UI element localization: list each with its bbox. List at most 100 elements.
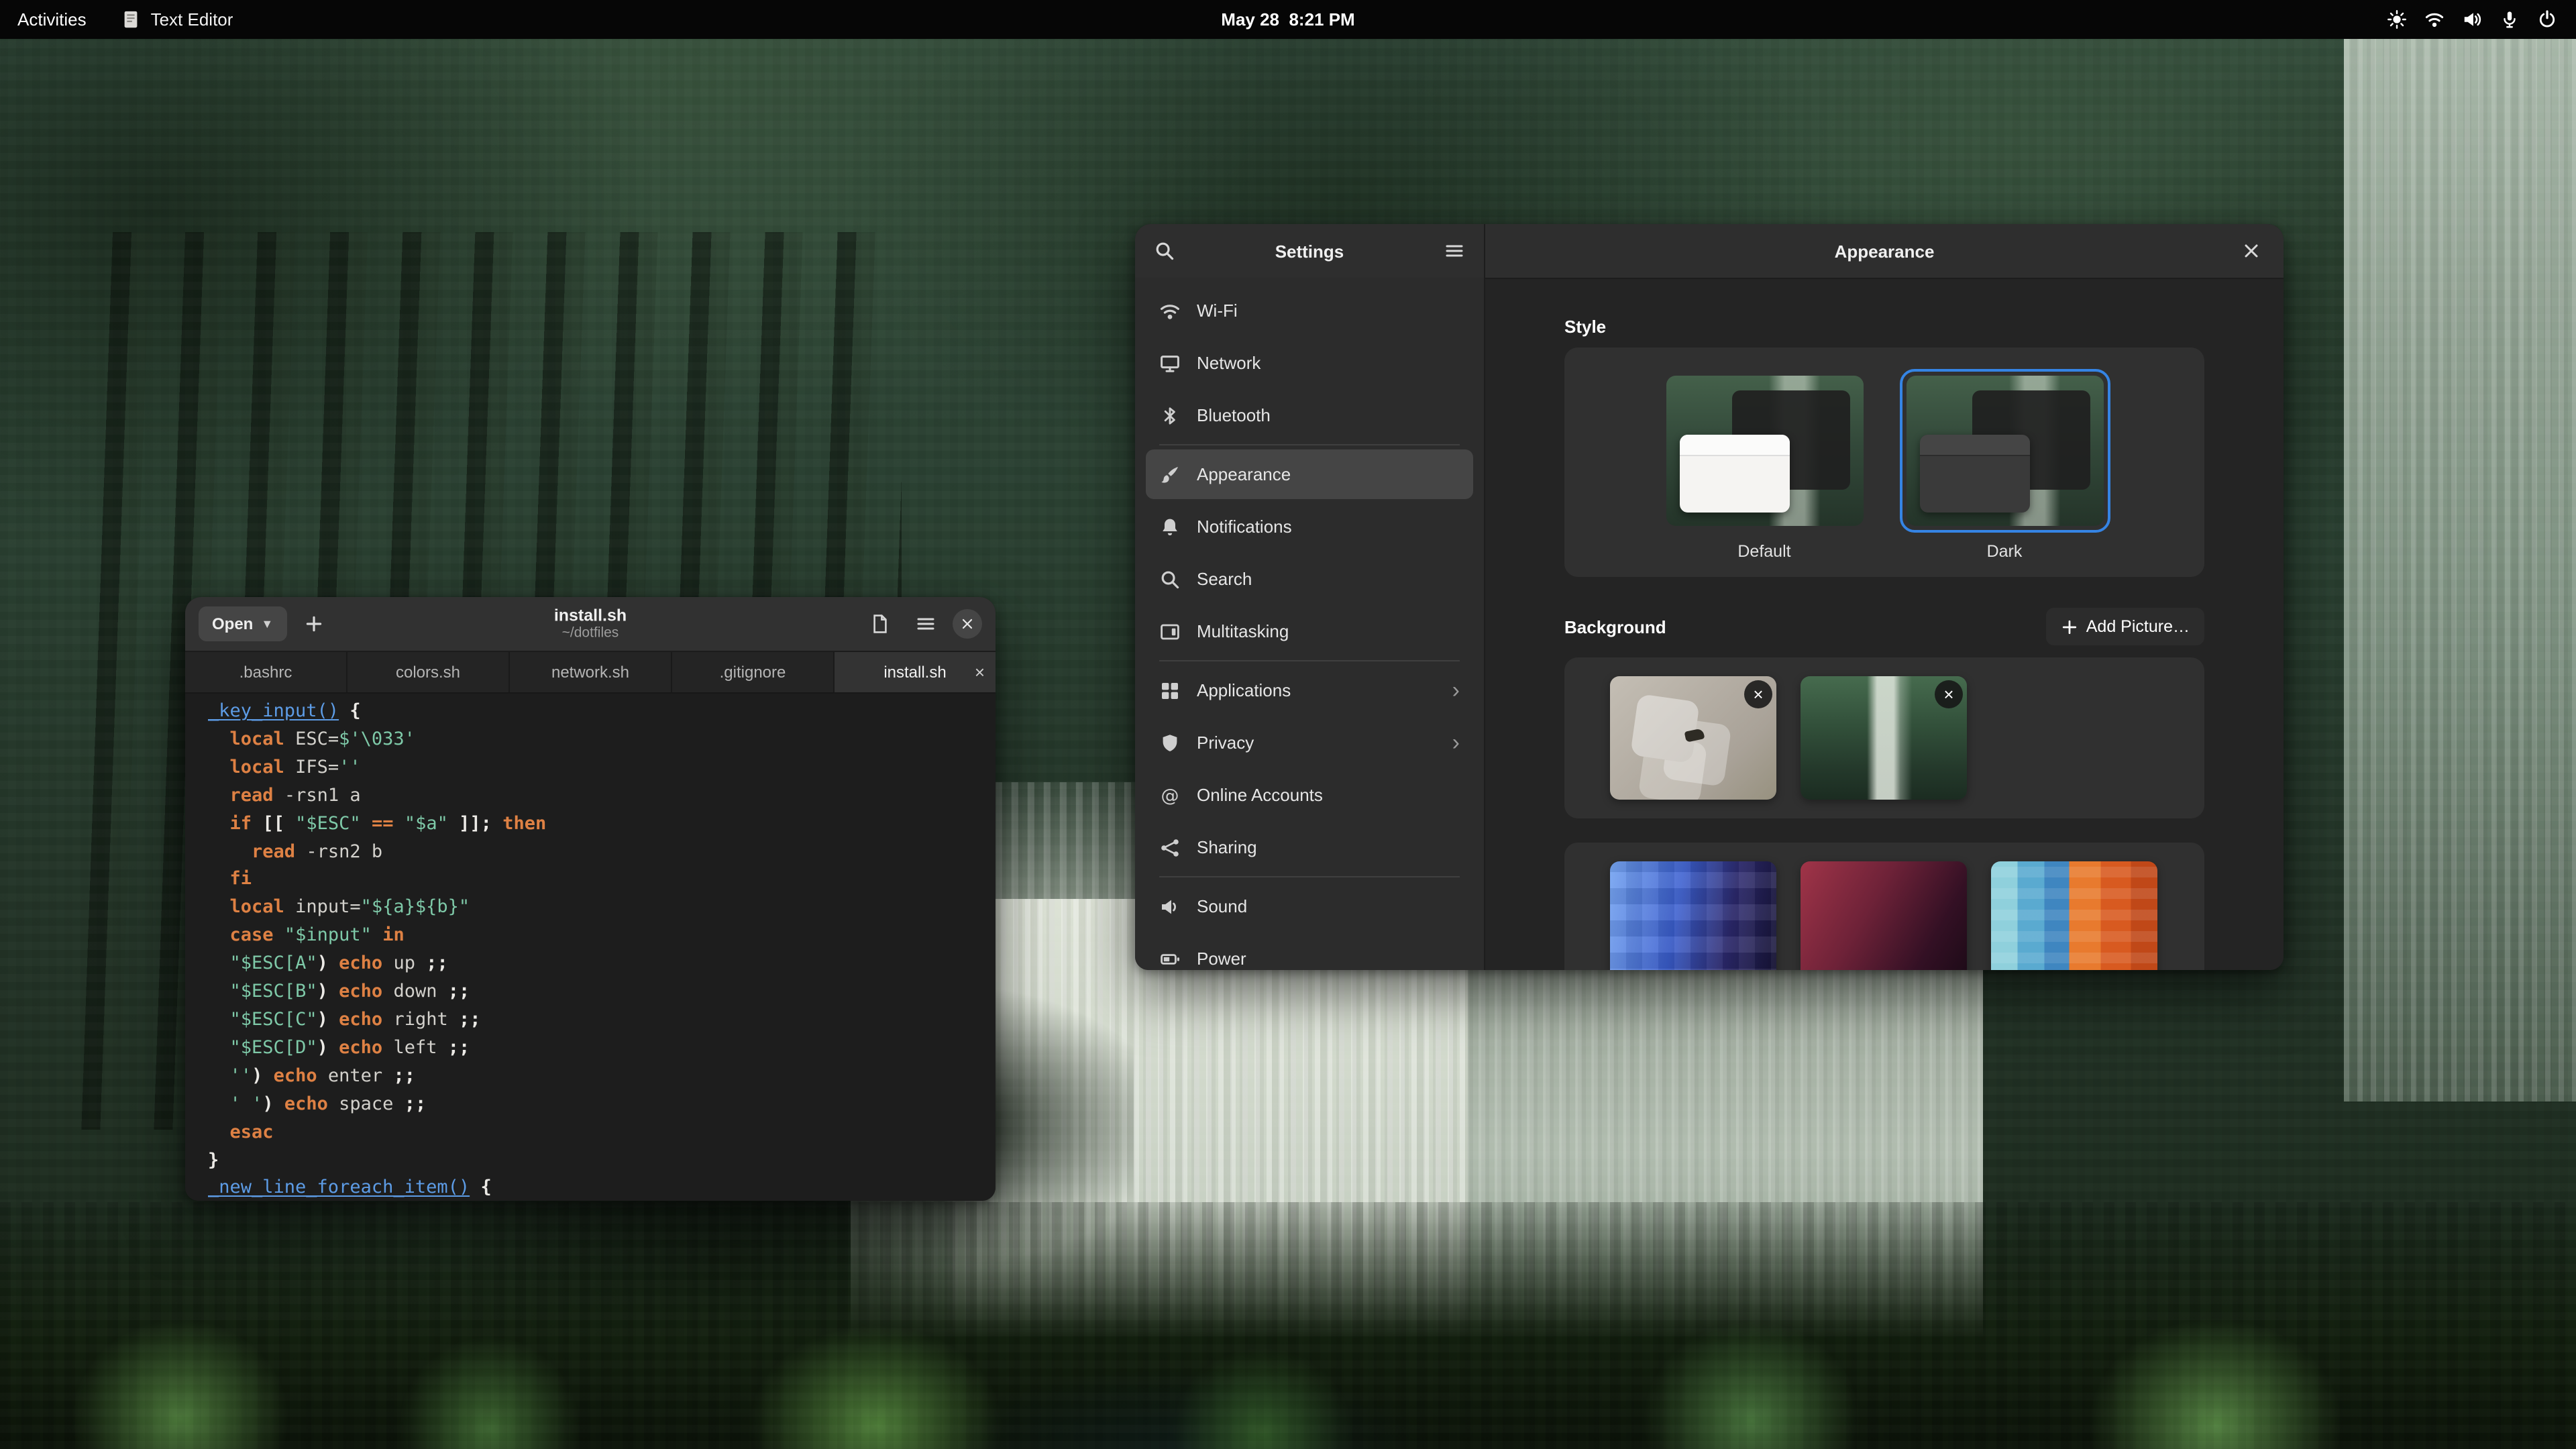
style-option-default[interactable]: Default (1659, 369, 1870, 561)
preview-front-window (1919, 435, 2029, 513)
background-section-label: Background (1564, 616, 1666, 637)
style-preview (1906, 376, 2103, 526)
code-line: "$ESC[B") echo down ;; (208, 978, 996, 1006)
code-editor[interactable]: _key_input() { local ESC=$'\033' local I… (185, 694, 996, 1201)
plus-icon (2061, 618, 2078, 635)
sidebar-separator (1159, 660, 1460, 661)
style-section-label: Style (1564, 317, 2204, 337)
sidebar-item-network[interactable]: Network (1146, 338, 1473, 388)
battery-icon (1159, 948, 1181, 969)
sidebar-item-privacy[interactable]: Privacy › (1146, 718, 1473, 767)
background-section-header: Background Add Picture… (1564, 606, 2204, 647)
tab-gitignore[interactable]: .gitignore (672, 652, 835, 692)
sidebar-item-sharing[interactable]: Sharing (1146, 822, 1473, 872)
preset-backgrounds-card (1564, 843, 2204, 970)
tab-network-sh[interactable]: network.sh (510, 652, 672, 692)
search-icon (1154, 240, 1175, 262)
sidebar-item-label: Privacy (1197, 733, 1254, 753)
volume-icon (2462, 9, 2482, 30)
code-line: local ESC=$'\033' (208, 726, 996, 754)
remove-wallpaper-button[interactable]: × (1744, 680, 1772, 708)
tab-label: .bashrc (239, 663, 292, 682)
app-menu-label: Text Editor (151, 9, 233, 30)
document-title: install.sh (554, 606, 627, 626)
search-icon (1159, 568, 1181, 590)
settings-headerbar: Appearance (1485, 224, 2284, 279)
sharing-icon (1159, 837, 1181, 858)
sidebar-item-appearance[interactable]: Appearance (1146, 449, 1473, 499)
tab-install-sh[interactable]: install.sh× (835, 652, 996, 692)
default-abstract-wallpaper[interactable]: × (1610, 676, 1776, 800)
code-line: "$ESC[A") echo up ;; (208, 950, 996, 978)
document-title-block: install.sh ~/dotfiles (554, 606, 627, 642)
sidebar-item-label: Applications (1197, 680, 1291, 700)
remove-wallpaper-button[interactable]: × (1935, 680, 1963, 708)
blue-purple-geometric[interactable] (1610, 861, 1776, 970)
top-bar: Activities Text Editor May 28 8:21 PM (0, 0, 2576, 39)
current-backgrounds-card: ×× (1564, 657, 2204, 818)
chevron-right-icon: › (1452, 731, 1460, 754)
window-close-button[interactable] (953, 609, 982, 639)
multitasking-icon (1159, 621, 1181, 642)
sidebar-item-label: Multitasking (1197, 621, 1289, 641)
dark-red-gradient[interactable] (1801, 861, 1967, 970)
activities-button[interactable]: Activities (0, 0, 104, 39)
panel-title: Appearance (1835, 241, 1935, 261)
sidebar-separator (1159, 444, 1460, 445)
sidebar-item-search[interactable]: Search (1146, 554, 1473, 604)
sidebar-item-bluetooth[interactable]: Bluetooth (1146, 390, 1473, 440)
sidebar-item-applications[interactable]: Applications› (1146, 665, 1473, 715)
code-line: '') echo enter ;; (208, 1063, 996, 1091)
add-picture-button[interactable]: Add Picture… (2046, 608, 2204, 645)
search-button[interactable] (1146, 233, 1183, 268)
settings-window: Settings Wi-FiNetworkBluetoothAppearance… (1135, 224, 2284, 970)
app-menu-button[interactable]: Text Editor (104, 0, 251, 39)
sidebar-separator (1159, 876, 1460, 877)
code-line: _new_line_foreach_item() { (208, 1175, 996, 1201)
bluetooth-icon (1159, 405, 1181, 426)
sidebar-item-notifications[interactable]: Notifications (1146, 502, 1473, 551)
desktop: Activities Text Editor May 28 8:21 PM Op… (0, 0, 2576, 1449)
code-line: "$ESC[C") echo right ;; (208, 1006, 996, 1034)
new-tab-button[interactable] (294, 606, 332, 641)
menu-icon (1444, 240, 1465, 262)
style-option-dark[interactable]: Dark (1899, 369, 2110, 561)
sound-icon (1159, 896, 1181, 917)
sidebar-item-online-accounts[interactable]: @Online Accounts (1146, 770, 1473, 820)
close-icon (959, 616, 975, 632)
tab-colors-sh[interactable]: colors.sh (347, 652, 510, 692)
sidebar-item-label: Network (1197, 353, 1260, 373)
settings-sidebar: Settings Wi-FiNetworkBluetoothAppearance… (1135, 224, 1485, 970)
sidebar-item-wi-fi[interactable]: Wi-Fi (1146, 286, 1473, 335)
code-line: read -rsn2 b (208, 838, 996, 866)
open-button[interactable]: Open ▼ (199, 606, 286, 641)
sidebar-item-sound[interactable]: Sound (1146, 881, 1473, 931)
sidebar-menu-button[interactable] (1436, 233, 1473, 268)
forest-waterfall-wallpaper[interactable]: × (1801, 676, 1967, 800)
teal-orange-pixel[interactable] (1991, 861, 2157, 970)
sidebar-item-label: Power (1197, 949, 1246, 969)
network-icon (1159, 352, 1181, 374)
tab-close-icon[interactable]: × (975, 662, 985, 682)
main-menu-button[interactable] (907, 606, 945, 641)
code-line: "$ESC[D") echo left ;; (208, 1034, 996, 1063)
privacy-icon (1159, 732, 1181, 753)
open-button-label: Open (212, 614, 253, 633)
sidebar-item-power[interactable]: Power (1146, 934, 1473, 970)
sidebar-item-multitasking[interactable]: Multitasking (1146, 606, 1473, 656)
code-line: if [[ "$ESC" == "$a" ]]; then (208, 810, 996, 838)
clock-button[interactable]: May 28 8:21 PM (1205, 0, 1371, 39)
online-accounts-icon: @ (1159, 784, 1181, 806)
mic-icon (2500, 9, 2520, 30)
document-icon (869, 613, 891, 635)
settings-close-button[interactable] (2233, 233, 2270, 268)
system-status-area[interactable] (2387, 0, 2576, 39)
appearance-icon (1159, 464, 1181, 485)
tab-bashrc[interactable]: .bashrc (185, 652, 347, 692)
code-line: read -rsn1 a (208, 782, 996, 810)
apps-icon (1159, 680, 1181, 701)
document-properties-button[interactable] (861, 606, 899, 641)
code-line: _key_input() { (208, 698, 996, 726)
appearance-content: Style DefaultDark Background Add Picture… (1485, 279, 2284, 970)
add-picture-label: Add Picture… (2086, 617, 2190, 636)
